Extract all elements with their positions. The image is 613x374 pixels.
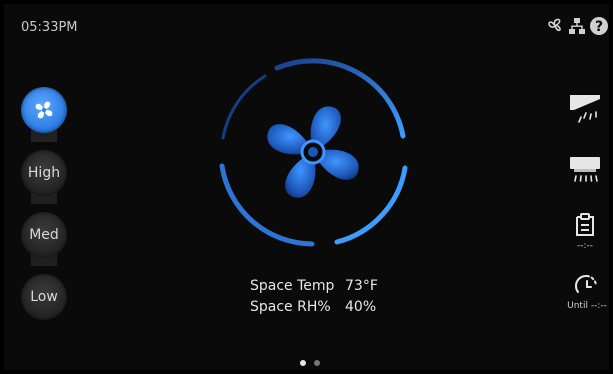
network-icon[interactable] [567,16,587,36]
space-temp-value: 73°F [345,278,378,294]
fan-status-icon[interactable] [545,16,565,36]
fan-auto-icon [35,101,53,119]
page-indicator [300,360,320,366]
environment-readouts: Space Temp 73°F Space RH% 40% [250,276,378,318]
timer-until-label: Until --:-- [567,301,607,311]
schedule-icon [576,213,594,236]
page-dot-2[interactable] [314,360,320,366]
schedule-button[interactable]: --:-- [567,212,603,251]
timer-button[interactable]: Until --:-- [567,272,607,311]
status-icons: ? [545,16,609,36]
page-dot-1[interactable] [300,360,306,366]
louver-button[interactable] [567,92,603,126]
space-temp-label: Space Temp [250,278,335,294]
fan-speed-high-button[interactable]: High [21,150,67,196]
fan-speed-auto-button[interactable] [21,87,67,133]
louver-up-icon [570,95,600,123]
unit-airflow-icon [570,157,600,182]
fan-graphic [217,56,409,248]
unit-airflow-button[interactable] [567,154,603,188]
fan-speed-low-button[interactable]: Low [21,274,67,320]
space-rh-label: Space RH% [250,299,331,315]
clock-time: 05:33PM [21,20,78,35]
schedule-time-label: --:-- [576,241,594,251]
svg-text:?: ? [595,19,603,35]
timer-icon [575,274,598,293]
thermostat-screen: 05:33PM ? High Med Low Space Temp 73°F S… [4,4,609,370]
fan-speed-med-button[interactable]: Med [21,212,67,258]
space-rh-value: 40% [345,299,377,315]
help-icon[interactable]: ? [589,16,609,36]
